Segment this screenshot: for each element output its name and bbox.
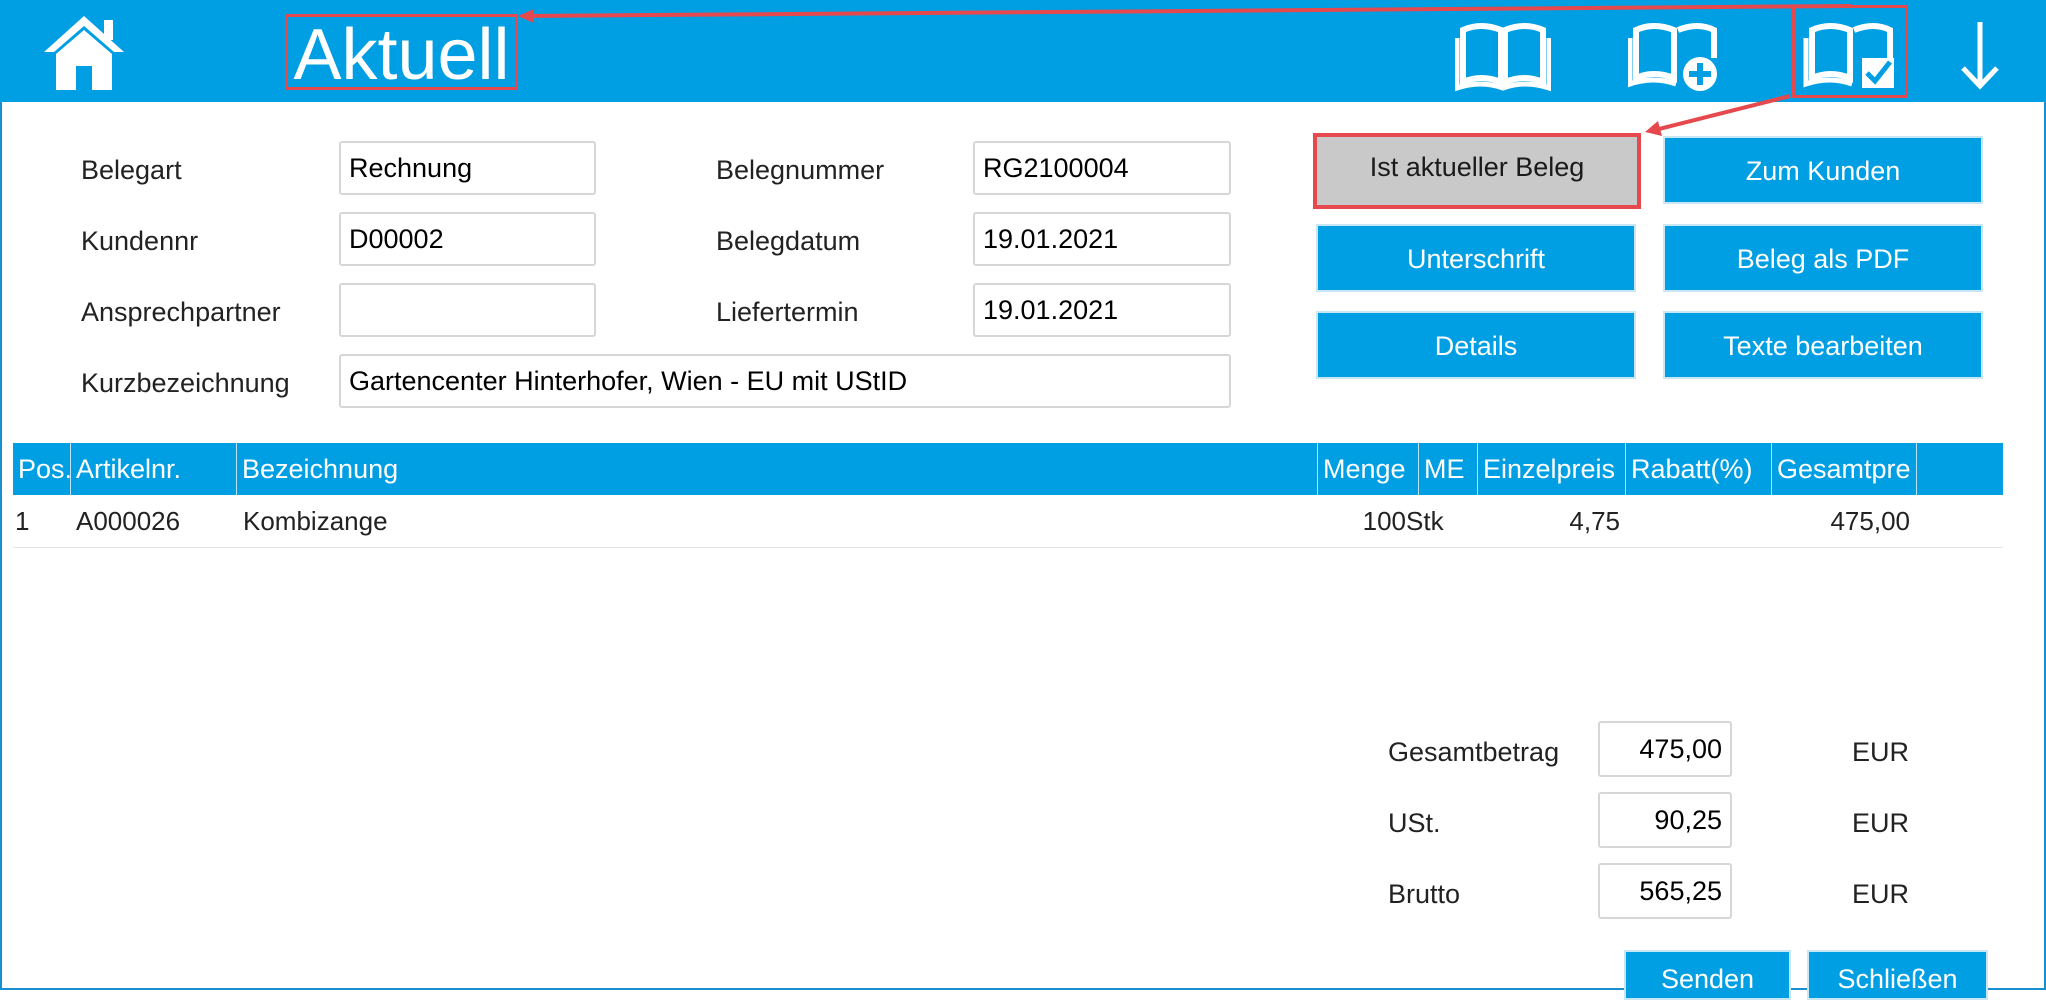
ansprechpartner-label: Ansprechpartner	[81, 297, 281, 327]
belegnummer-field[interactable]: RG2100004	[973, 141, 1231, 195]
ansprechpartner-field[interactable]	[339, 283, 596, 337]
brutto-label: Brutto	[1388, 879, 1461, 909]
cell-gesamt: 475,00	[1830, 506, 1910, 536]
cell-pos: 1	[15, 506, 30, 536]
to-customer-button[interactable]: Zum Kunden	[1663, 136, 1983, 204]
cell-artikelnr: A000026	[76, 506, 181, 536]
belegdatum-label: Belegdatum	[716, 226, 861, 256]
belegart-field[interactable]: Rechnung	[339, 141, 596, 195]
column-header[interactable]: Pos.	[13, 443, 71, 495]
kurzbezeichnung-field[interactable]: Gartencenter Hinterhofer, Wien - EU mit …	[339, 354, 1231, 408]
brutto-value: 565,25	[1598, 863, 1732, 919]
kurzbezeichnung-label: Kurzbezeichnung	[81, 368, 290, 398]
column-header[interactable]: Einzelpreis	[1478, 443, 1626, 495]
column-header[interactable]: Bezeichnung	[237, 443, 1318, 495]
liefertermin-label: Liefertermin	[716, 297, 859, 327]
cell-menge: 100	[1362, 506, 1406, 536]
liefertermin-field[interactable]: 19.01.2021	[973, 283, 1231, 337]
close-button[interactable]: Schließen	[1807, 950, 1988, 1000]
column-header[interactable]: Menge	[1318, 443, 1419, 495]
brutto-currency: EUR	[1852, 879, 1910, 909]
belegart-label: Belegart	[81, 155, 182, 185]
kundennr-field[interactable]: D00002	[339, 212, 596, 266]
ust-label: USt.	[1388, 808, 1441, 838]
cell-me: Stk	[1406, 506, 1444, 536]
current-document-button[interactable]: Ist aktueller Beleg	[1313, 133, 1641, 209]
column-header[interactable]: Gesamtpre	[1772, 443, 1917, 495]
column-header[interactable]: Rabatt(%)	[1626, 443, 1772, 495]
table-row[interactable]: 1 A000026 Kombizange 100 Stk 4,75 475,00	[13, 495, 2003, 548]
ust-value: 90,25	[1598, 792, 1732, 848]
pdf-button[interactable]: Beleg als PDF	[1663, 224, 1983, 292]
signature-button[interactable]: Unterschrift	[1316, 224, 1636, 292]
details-button[interactable]: Details	[1316, 311, 1636, 379]
cell-einzelpreis: 4,75	[1569, 506, 1620, 536]
kundennr-label: Kundennr	[81, 226, 199, 256]
gesamtbetrag-currency: EUR	[1852, 737, 1910, 767]
belegdatum-field[interactable]: 19.01.2021	[973, 212, 1231, 266]
cell-bezeichnung: Kombizange	[243, 506, 388, 536]
column-header[interactable]: Artikelnr.	[71, 443, 237, 495]
column-header[interactable]: ME	[1419, 443, 1478, 495]
send-button[interactable]: Senden	[1624, 950, 1791, 1000]
edit-texts-button[interactable]: Texte bearbeiten	[1663, 311, 1983, 379]
ust-currency: EUR	[1852, 808, 1910, 838]
gesamtbetrag-label: Gesamtbetrag	[1388, 737, 1560, 767]
belegnummer-label: Belegnummer	[716, 155, 885, 185]
cell-rabatt	[1626, 495, 1766, 547]
table-header: Pos. Artikelnr. Bezeichnung Menge ME Ein…	[13, 443, 2003, 495]
gesamtbetrag-value: 475,00	[1598, 721, 1732, 777]
